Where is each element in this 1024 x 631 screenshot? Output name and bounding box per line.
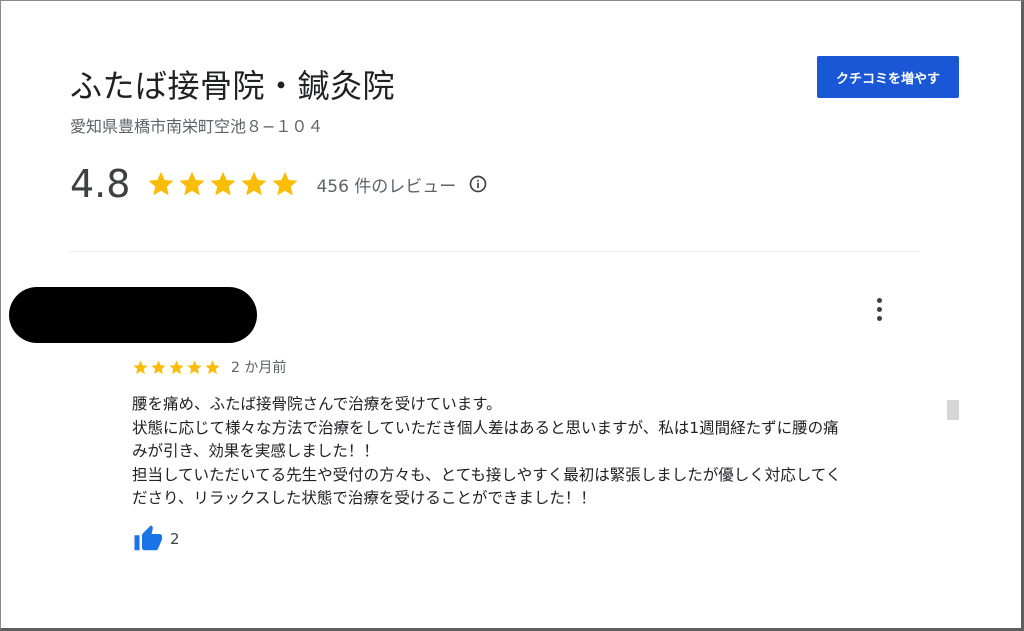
scrollbar-thumb[interactable]: [947, 400, 959, 420]
star-icon: [169, 360, 184, 374]
star-icon: [133, 360, 148, 374]
star-icon: [205, 360, 220, 374]
review-line: みが引き、効果を実感しました！！: [132, 442, 379, 460]
star-icon: [241, 171, 267, 196]
review-meta: 2 か月前: [132, 357, 286, 377]
rating-stars: [146, 169, 300, 199]
star-icon: [210, 171, 236, 196]
review-dialog: ふたば接骨院・鍼灸院 愛知県豊橋市南栄町空池８−１０４ 4.8 456 件のレビ…: [0, 0, 1024, 631]
review-line: 状態に応じて様々な方法で治療をしていただき個人差はあると思いますが、私は1週間経…: [132, 418, 839, 437]
more-vert-icon: [876, 297, 882, 303]
star-icon: [151, 360, 166, 374]
review-text: 腰を痛め、ふたば接骨院さんで治療を受けています。 状態に応じて様々な方法で治療を…: [132, 393, 922, 511]
rating-value: 4.8: [70, 162, 131, 206]
review-stars: [132, 359, 221, 376]
review-line: ださり、リラックスした状態で治療を受けることができました！！: [132, 489, 596, 507]
info-icon[interactable]: [468, 174, 488, 194]
place-address: 愛知県豊橋市南栄町空池８−１０４: [70, 117, 324, 136]
get-more-reviews-button[interactable]: クチコミを増やす: [817, 56, 959, 98]
review-count: 456 件のレビュー: [316, 176, 457, 197]
star-icon: [272, 171, 298, 196]
like-row: 2: [132, 524, 180, 554]
redacted-reviewer-name: [9, 287, 257, 343]
review-line: 担当していただいてる先生や受付の方々も、とても接しやすく最初は緊張しましたが優し…: [132, 465, 842, 484]
star-icon: [187, 360, 202, 374]
divider: [70, 251, 920, 252]
review-time: 2 か月前: [231, 360, 287, 376]
star-icon: [148, 171, 174, 196]
review-line: 腰を痛め、ふたば接骨院さんで治療を受けています。: [132, 395, 502, 413]
rating-summary: 4.8 456 件のレビュー: [70, 159, 488, 209]
place-title: ふたば接骨院・鍼灸院: [70, 67, 396, 105]
like-button[interactable]: [132, 524, 162, 554]
like-count: 2: [170, 530, 180, 548]
thumb-up-icon: [134, 525, 162, 551]
star-icon: [179, 171, 205, 196]
more-options-button[interactable]: [867, 295, 891, 323]
